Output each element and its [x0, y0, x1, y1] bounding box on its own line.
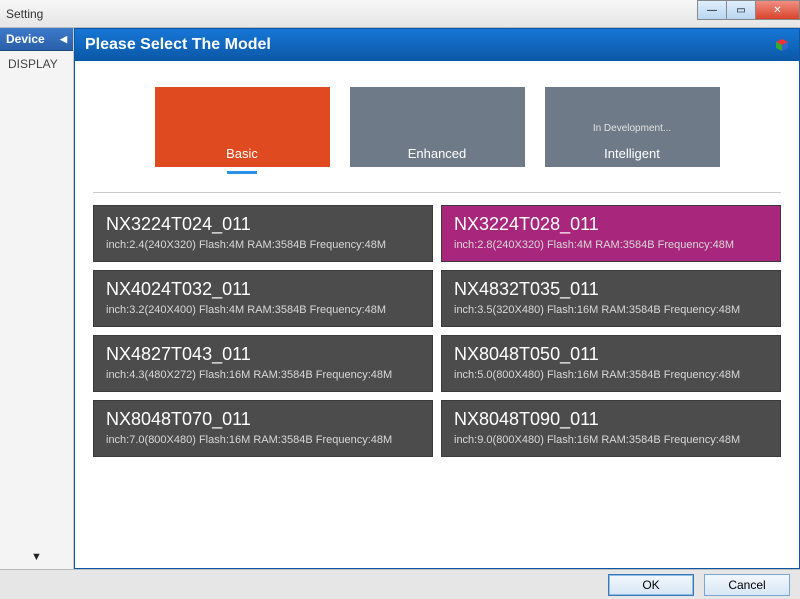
model-card[interactable]: NX3224T028_011 inch:2.8(240X320) Flash:4M…: [441, 205, 781, 262]
model-specs: inch:5.0(800X480) Flash:16M RAM:3584B Fr…: [454, 369, 768, 381]
model-name: NX4827T043_011: [106, 344, 420, 365]
model-name: NX4832T035_011: [454, 279, 768, 300]
model-card[interactable]: NX4024T032_011 inch:3.2(240X400) Flash:4M…: [93, 270, 433, 327]
model-card[interactable]: NX3224T024_011 inch:2.4(240X320) Flash:4M…: [93, 205, 433, 262]
sidebar-header-label: Device: [6, 32, 45, 46]
chevron-down-icon[interactable]: ▼: [31, 551, 42, 563]
model-specs: inch:3.5(320X480) Flash:16M RAM:3584B Fr…: [454, 304, 768, 316]
active-indicator: [227, 171, 257, 174]
category-label: Basic: [226, 146, 258, 161]
collapse-left-icon: ◀: [60, 34, 67, 45]
model-specs: inch:9.0(800X480) Flash:16M RAM:3584B Fr…: [454, 434, 768, 446]
model-card[interactable]: NX8048T070_011 inch:7.0(800X480) Flash:16…: [93, 400, 433, 457]
ok-button[interactable]: OK: [608, 574, 694, 596]
dialog-footer: OK Cancel: [0, 569, 800, 599]
category-label: Intelligent: [604, 146, 660, 161]
dev-note: In Development...: [593, 123, 671, 134]
category-enhanced[interactable]: Enhanced: [350, 87, 525, 167]
model-card[interactable]: NX8048T090_011 inch:9.0(800X480) Flash:16…: [441, 400, 781, 457]
cancel-button[interactable]: Cancel: [704, 574, 790, 596]
model-name: NX8048T070_011: [106, 409, 420, 430]
sidebar-item-display[interactable]: DISPLAY: [0, 51, 73, 77]
model-grid: NX3224T024_011 inch:2.4(240X320) Flash:4M…: [75, 205, 799, 457]
window-title: Setting: [6, 7, 43, 21]
model-specs: inch:7.0(800X480) Flash:16M RAM:3584B Fr…: [106, 434, 420, 446]
sidebar: Device ◀ DISPLAY ▼: [0, 28, 74, 569]
category-tiles: Basic Enhanced In Development... Intelli…: [75, 61, 799, 186]
maximize-button[interactable]: ▭: [726, 0, 756, 20]
category-label: Enhanced: [408, 146, 467, 161]
model-card[interactable]: NX8048T050_011 inch:5.0(800X480) Flash:16…: [441, 335, 781, 392]
cube-icon: [775, 38, 789, 52]
content: Please Select The Model Basic Enhanced: [74, 28, 800, 569]
sidebar-header[interactable]: Device ◀: [0, 28, 73, 51]
titlebar: Setting — ▭ ✕: [0, 0, 800, 28]
model-specs: inch:2.8(240X320) Flash:4M RAM:3584B Fre…: [454, 239, 768, 251]
minimize-button[interactable]: —: [697, 0, 727, 20]
model-card[interactable]: NX4832T035_011 inch:3.5(320X480) Flash:16…: [441, 270, 781, 327]
close-button[interactable]: ✕: [755, 0, 800, 20]
model-name: NX3224T024_011: [106, 214, 420, 235]
model-specs: inch:2.4(240X320) Flash:4M RAM:3584B Fre…: [106, 239, 420, 251]
model-name: NX3224T028_011: [454, 214, 768, 235]
model-name: NX4024T032_011: [106, 279, 420, 300]
divider: [93, 192, 781, 193]
category-intelligent[interactable]: In Development... Intelligent: [545, 87, 720, 167]
content-header: Please Select The Model: [75, 29, 799, 61]
model-name: NX8048T090_011: [454, 409, 768, 430]
content-title: Please Select The Model: [85, 36, 271, 54]
window-controls: — ▭ ✕: [698, 0, 800, 20]
category-basic[interactable]: Basic: [155, 87, 330, 167]
model-name: NX8048T050_011: [454, 344, 768, 365]
model-card[interactable]: NX4827T043_011 inch:4.3(480X272) Flash:16…: [93, 335, 433, 392]
model-specs: inch:4.3(480X272) Flash:16M RAM:3584B Fr…: [106, 369, 420, 381]
model-specs: inch:3.2(240X400) Flash:4M RAM:3584B Fre…: [106, 304, 420, 316]
